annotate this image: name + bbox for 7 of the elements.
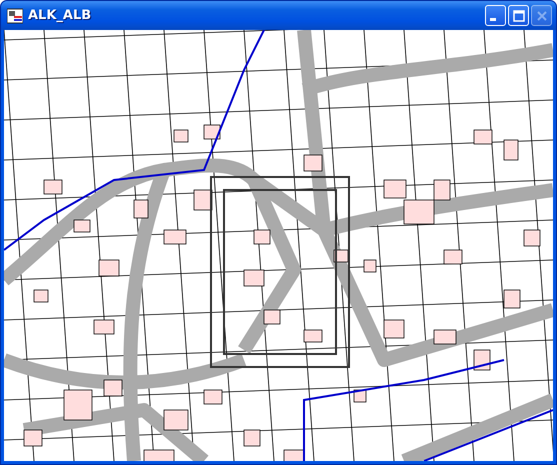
window-title: ALK_ALB [28, 8, 92, 23]
minimize-button[interactable] [485, 5, 506, 26]
app-icon [7, 8, 23, 24]
maximize-button[interactable] [508, 5, 529, 26]
minimize-icon [490, 18, 496, 20]
maximize-icon [512, 8, 526, 22]
close-icon [534, 8, 548, 22]
